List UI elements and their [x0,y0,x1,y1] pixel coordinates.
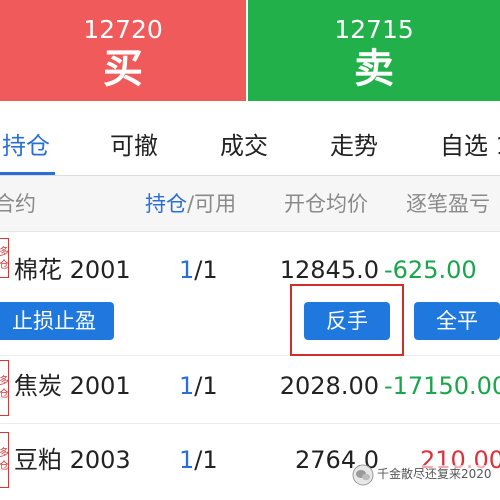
buy-label: 买 [103,46,143,92]
sell-price: 12715 [334,15,414,44]
buy-button[interactable]: 12720 买 [0,0,246,101]
column-header-row: 合约 持仓/可用 开仓均价 逐笔盈亏 [0,176,500,232]
tab-fills[interactable]: 成交 [220,130,268,162]
tab-trend[interactable]: 走势 [330,130,378,162]
contract-name: 豆粕 2003 [14,446,131,474]
col-per-trade-pnl[interactable]: 逐笔盈亏 [406,190,490,218]
col-position[interactable]: 持仓/可用 [145,190,236,218]
position-qty: 1/1 [179,372,218,400]
sell-button[interactable]: 12715 卖 [248,0,500,101]
table-row[interactable]: 多仓 棉花 2001 1/1 12845.0 -625.00 [0,232,500,284]
tab-watchlist[interactable]: 自选 1 [440,130,500,162]
long-position-tag: 多仓 [0,360,9,416]
col-available-label: /可用 [187,192,237,216]
wechat-icon [352,464,374,486]
col-contract: 合约 [0,192,36,216]
close-all-button[interactable]: 全平 [414,302,500,340]
avg-open-price: 2028.00 [279,372,379,400]
stop-loss-take-profit-button[interactable]: 止损止盈 [0,302,114,340]
watermark-text: 千金散尽还复来2020 [377,465,492,483]
pnl-value: -17150.00 [384,372,500,400]
position-action-bar: 止损止盈 反手 全平 [0,282,500,356]
table-row[interactable]: 多仓 豆粕 2003 1/1 2764.0 210.00 [0,424,500,500]
col-position-label: 持仓 [145,192,187,216]
buy-price: 12720 [83,15,163,44]
position-qty: 1/1 [179,446,218,474]
contract-name: 焦炭 2001 [14,372,131,400]
long-position-tag: 多仓 [0,432,9,488]
table-row[interactable]: 多仓 焦炭 2001 1/1 2028.00 -17150.00 [0,356,500,424]
long-position-tag: 多仓 [0,238,9,278]
tab-bar: 持仓 可撤 成交 走势 自选 1 [0,101,500,176]
col-avg-open-price[interactable]: 开仓均价 [284,190,368,218]
tab-positions[interactable]: 持仓 [2,130,50,162]
tab-cancelable[interactable]: 可撤 [110,130,158,162]
highlight-annotation [290,284,404,356]
sell-label: 卖 [354,46,394,92]
